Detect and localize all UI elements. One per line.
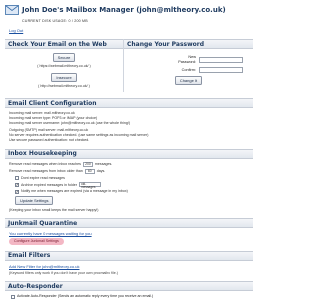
housekeeping-section: Inbox Housekeeping Remove read messages …: [5, 148, 253, 212]
notify-expired-label: Notify me when messages are expired (via…: [21, 189, 128, 194]
web-and-password: Check Your Email on the Web Secure ( htt…: [5, 39, 253, 93]
message-age-label: Remove read messages from inbox older th…: [9, 169, 83, 174]
config-line: Incoming mail server type: POP3 or IMAP …: [9, 116, 98, 121]
inbox-size-input[interactable]: 200: [82, 161, 93, 167]
autoresponder-heading: Auto-Responder: [5, 281, 253, 292]
mailbox-manager: John Doe's Mailbox Manager (john@mltheor…: [5, 4, 253, 299]
filters-section: Email Filters Add New Filter for john@ml…: [5, 250, 253, 275]
quarantine-messages-link[interactable]: You currently have 0 messages waiting fo…: [9, 231, 253, 236]
insecure-webmail-url: ( http://webmail.mltheory.co.uk/ ): [38, 83, 90, 88]
page-title: John Doe's Mailbox Manager (john@mltheor…: [22, 5, 226, 14]
webmail-heading: Check Your Email on the Web: [5, 39, 123, 50]
inbox-size-label: Remove read messages when inbox reaches: [9, 162, 81, 167]
autoresponder-checkbox[interactable]: [11, 294, 15, 299]
confirm-password-field[interactable]: [199, 66, 243, 73]
config-line: Incoming mail server username: john@mlth…: [9, 121, 131, 126]
password-panel: Change Your Password New Password: Confi…: [123, 39, 253, 93]
title-bar: John Doe's Mailbox Manager (john@mltheor…: [5, 4, 253, 16]
message-age-input[interactable]: 60: [84, 168, 95, 174]
configure-junkmail-link[interactable]: Configure Junkmail Settings: [9, 238, 64, 245]
archive-folder-select[interactable]: old-messages: [78, 182, 101, 189]
mail-icon: [5, 5, 19, 15]
change-password-button[interactable]: Change It: [174, 75, 203, 85]
config-line: Incoming mail server: mail.mltheory.co.u…: [9, 111, 75, 116]
confirm-password-label: Confirm:: [181, 67, 196, 72]
filters-heading: Email Filters: [5, 250, 253, 261]
inbox-size-unit: messages.: [94, 162, 113, 167]
secure-webmail-button[interactable]: Secure: [52, 53, 76, 63]
filters-note: (Keyword filters only work if you don't …: [9, 270, 118, 275]
notify-expired-checkbox[interactable]: [15, 189, 19, 194]
client-config-section: Email Client Configuration Incoming mail…: [5, 98, 253, 142]
new-password-field[interactable]: [199, 57, 243, 64]
client-config-heading: Email Client Configuration: [5, 98, 253, 109]
config-line: Outgoing (SMTP) mail server: mail.mltheo…: [9, 128, 89, 133]
logout-link[interactable]: Log Out: [9, 28, 253, 33]
dont-expire-label: Dont expire read messages: [21, 175, 65, 180]
message-age-unit: days.: [96, 169, 106, 174]
add-filter-link[interactable]: Add New Filter for john@mltheory.co.uk: [9, 264, 253, 269]
quarantine-heading: Junkmail Quarantine: [5, 218, 253, 229]
update-settings-button[interactable]: Update Settings: [15, 195, 54, 205]
housekeeping-heading: Inbox Housekeeping: [5, 148, 253, 159]
quarantine-section: Junkmail Quarantine You currently have 0…: [5, 218, 253, 245]
autoresponder-section: Auto-Responder Activate Auto-Responder (…: [5, 281, 253, 299]
secure-webmail-url: ( https://webmail.mltheory.co.uk/ ): [37, 64, 91, 69]
config-line: Use secure password authentication: not …: [9, 138, 90, 143]
webmail-panel: Check Your Email on the Web Secure ( htt…: [5, 39, 123, 92]
housekeeping-note: (Keeping your inbox small keeps the mail…: [9, 207, 99, 212]
dont-expire-checkbox[interactable]: [15, 176, 19, 181]
config-line: No server requires authentication checke…: [9, 133, 149, 138]
autoresponder-label: Activate Auto-Responder (Sends an automa…: [17, 294, 154, 299]
disk-usage: CURRENT DISK USAGE: 0 / 200 MB: [22, 19, 88, 23]
archive-expired-label: Archive expired messages in folder: [21, 182, 77, 187]
new-password-label: New Password:: [178, 55, 196, 65]
archive-expired-checkbox[interactable]: [15, 182, 19, 187]
insecure-webmail-button[interactable]: Insecure: [51, 72, 77, 82]
password-heading: Change Your Password: [124, 39, 253, 50]
